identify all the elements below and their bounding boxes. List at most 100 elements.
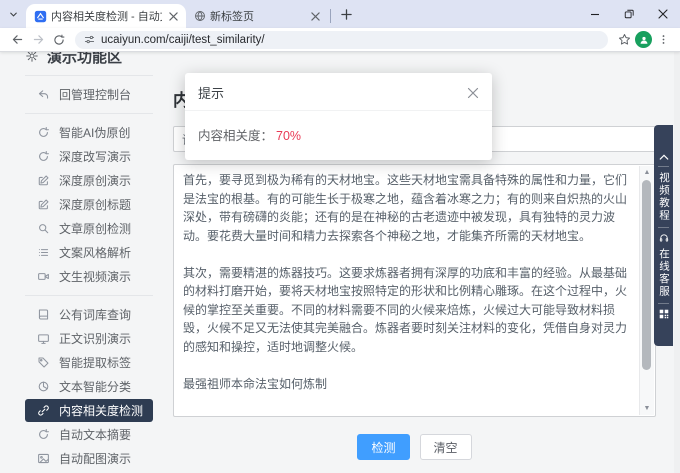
chevron-up-icon[interactable] xyxy=(659,153,669,161)
sidebar-header: 演示功能区 xyxy=(25,52,166,68)
qr-code-icon[interactable] xyxy=(659,309,669,319)
monitor-icon xyxy=(37,332,50,345)
page-scrollbar-track[interactable] xyxy=(674,52,680,473)
book-icon xyxy=(37,308,50,321)
textarea-scrollbar[interactable]: ▲ ▼ xyxy=(639,166,654,415)
sidebar-item-deep-rewrite[interactable]: 深度改写演示 xyxy=(25,145,153,168)
button-row: 检测 清空 xyxy=(173,434,656,460)
sidebar-item-label: 公有词库查询 xyxy=(59,306,131,323)
tab-title: 内容相关度检测 - 自动文章采 xyxy=(51,8,162,24)
refresh-icon xyxy=(37,150,50,163)
sidebar-item-label: 智能提取标签 xyxy=(59,354,131,371)
three-dots-icon xyxy=(658,34,669,45)
scrollbar-thumb[interactable] xyxy=(642,180,651,370)
detect-button[interactable]: 检测 xyxy=(357,434,409,460)
sidebar-item-deep-title[interactable]: 深度原创标题 xyxy=(25,193,153,216)
sidebar-item-label: 深度原创标题 xyxy=(59,196,131,213)
article-textarea[interactable]: 首先，要寻觅到极为稀有的天材地宝。这些天材地宝需具备特殊的属性和力量，它们是法宝… xyxy=(173,164,656,417)
site-settings-icon xyxy=(84,34,95,45)
forward-button[interactable] xyxy=(28,30,48,50)
tab-new-tab[interactable]: 新标签页 xyxy=(186,4,328,28)
sidebar-header-label: 演示功能区 xyxy=(47,52,122,67)
maximize-button[interactable] xyxy=(612,0,646,28)
new-tab-button[interactable] xyxy=(335,3,357,25)
url-text: ucaiyun.com/caiji/test_similarity/ xyxy=(101,34,265,46)
tab-divider xyxy=(330,9,331,23)
scroll-down-icon[interactable]: ▼ xyxy=(640,402,654,415)
sidebar-item-label: 正文识别演示 xyxy=(59,330,131,347)
menu-button[interactable] xyxy=(653,30,673,50)
reload-button[interactable] xyxy=(49,30,69,50)
plus-icon xyxy=(341,9,352,20)
tab-close-icon[interactable] xyxy=(308,9,323,24)
modal-close-button[interactable] xyxy=(466,86,480,100)
sidebar-item-label: 文生视频演示 xyxy=(59,268,131,285)
modal-header: 提示 xyxy=(185,73,492,111)
arrow-right-icon xyxy=(32,33,45,46)
sidebar-item-ai-rewrite[interactable]: 智能AI伪原创 xyxy=(25,121,153,144)
close-window-button[interactable] xyxy=(646,0,680,28)
sidebar-item-auto-summary[interactable]: 自动文本摘要 xyxy=(25,423,153,446)
sidebar-item-label: 文本智能分类 xyxy=(59,378,131,395)
refresh-icon xyxy=(37,428,50,441)
headset-icon xyxy=(659,233,669,243)
online-service-link[interactable]: 在线客服 xyxy=(654,248,673,298)
sidebar-item-label: 深度原创演示 xyxy=(59,172,131,189)
sidebar-item-label: 智能AI伪原创 xyxy=(59,124,130,141)
sidebar-item-style-analysis[interactable]: 文案风格解析 xyxy=(25,241,153,264)
arrow-left-icon xyxy=(11,33,24,46)
sidebar-divider xyxy=(25,295,153,296)
image-icon xyxy=(37,452,50,465)
search-icon xyxy=(37,222,50,235)
list-icon xyxy=(37,246,50,259)
pie-chart-icon xyxy=(37,380,50,393)
sidebar-item-content-relevance[interactable]: 内容相关度检测 xyxy=(25,399,153,422)
tab-search-button[interactable] xyxy=(0,2,26,26)
minimize-button[interactable] xyxy=(578,0,612,28)
video-tutorial-link[interactable]: 视频教程 xyxy=(654,172,673,222)
sidebar-item-public-lexicon[interactable]: 公有词库查询 xyxy=(25,303,153,326)
tab-content-similarity[interactable]: 内容相关度检测 - 自动文章采 xyxy=(26,4,186,28)
sidebar-item-extract-tags[interactable]: 智能提取标签 xyxy=(25,351,153,374)
sidebar-item-originality-check[interactable]: 文章原创检测 xyxy=(25,217,153,240)
gear-icon xyxy=(25,52,39,63)
address-bar[interactable]: ucaiyun.com/caiji/test_similarity/ xyxy=(75,31,608,49)
refresh-icon xyxy=(37,126,50,139)
close-icon xyxy=(658,9,668,19)
sidebar-item-body-recognition[interactable]: 正文识别演示 xyxy=(25,327,153,350)
sidebar-divider xyxy=(25,113,153,114)
edit-icon xyxy=(37,198,50,211)
modal-title: 提示 xyxy=(198,83,224,102)
modal-relevance-label: 内容相关度： xyxy=(198,129,273,143)
chevron-down-icon xyxy=(8,9,19,20)
profile-avatar[interactable] xyxy=(635,31,652,48)
sidebar-item-label: 自动配图演示 xyxy=(59,450,131,467)
back-button[interactable] xyxy=(7,30,27,50)
bookmark-button[interactable] xyxy=(614,30,634,50)
tab-close-icon[interactable] xyxy=(166,9,181,24)
edit-icon xyxy=(37,174,50,187)
sidebar-item-label: 深度改写演示 xyxy=(59,148,131,165)
sidebar-item-text-to-video[interactable]: 文生视频演示 xyxy=(25,265,153,288)
modal-relevance-value: 70% xyxy=(276,129,301,143)
sidebar-item-back-console[interactable]: 回管理控制台 xyxy=(25,83,153,106)
back-arrow-icon xyxy=(37,88,50,101)
globe-icon xyxy=(194,10,206,22)
minimize-icon xyxy=(590,9,600,19)
reload-icon xyxy=(53,34,65,46)
sidebar: 演示功能区 回管理控制台 智能AI伪原创 深度改写演示 深度原创演示 深度原创标… xyxy=(0,52,166,473)
sidebar-item-deep-original[interactable]: 深度原创演示 xyxy=(25,169,153,192)
sidebar-item-text-classification[interactable]: 文本智能分类 xyxy=(25,375,153,398)
browser-toolbar: ucaiyun.com/caiji/test_similarity/ xyxy=(0,28,680,52)
floating-widget: 视频教程 在线客服 xyxy=(654,125,673,346)
sidebar-item-label: 回管理控制台 xyxy=(59,86,131,103)
alert-modal: 提示 内容相关度：70% xyxy=(185,73,492,160)
scroll-up-icon[interactable]: ▲ xyxy=(640,166,654,179)
window-controls xyxy=(578,0,680,28)
tag-icon xyxy=(37,356,50,369)
sidebar-item-auto-image[interactable]: 自动配图演示 xyxy=(25,447,153,470)
sidebar-item-label: 文案风格解析 xyxy=(59,244,131,261)
sidebar-divider xyxy=(25,75,153,76)
sidebar-item-label: 内容相关度检测 xyxy=(59,402,143,419)
clear-button[interactable]: 清空 xyxy=(420,434,472,460)
